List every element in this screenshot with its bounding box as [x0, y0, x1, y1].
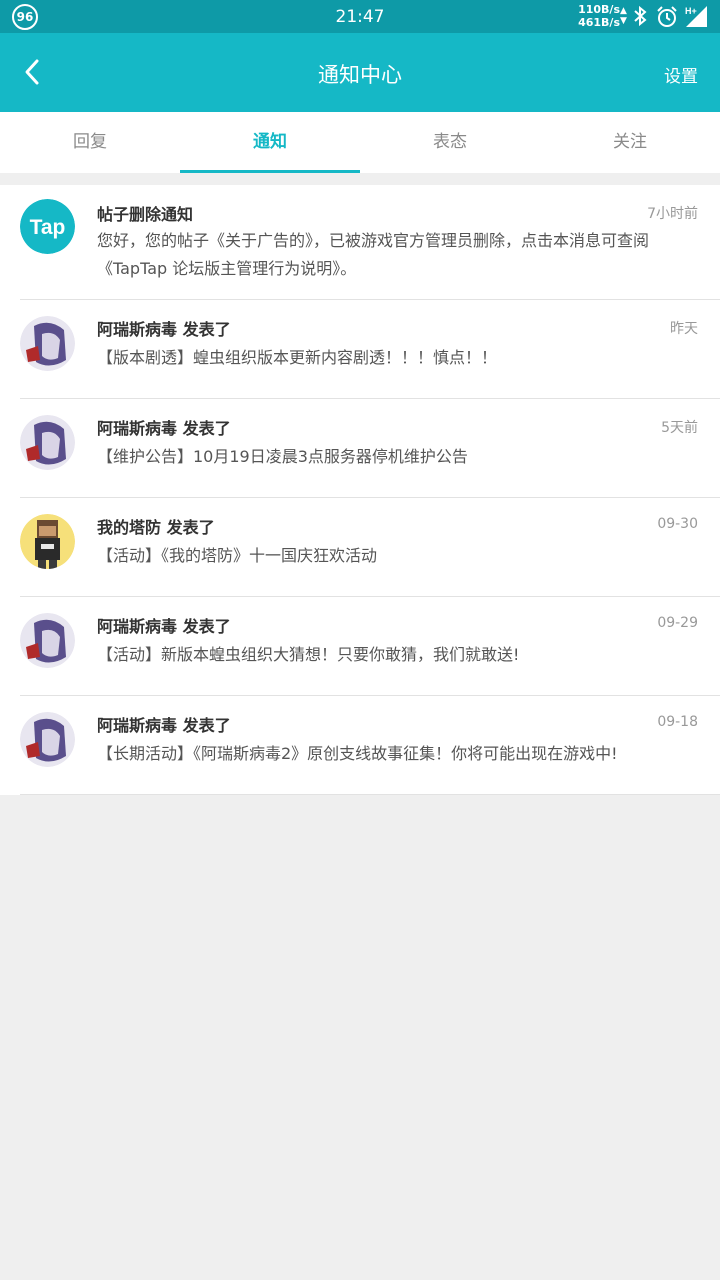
taptap-logo-avatar: Tap	[20, 199, 75, 254]
ares-virus-avatar[interactable]	[20, 316, 75, 371]
notification-list: Tap 帖子删除通知 7小时前 您好，您的帖子《关于广告的》，已被游戏官方管理员…	[0, 185, 720, 795]
ares-virus-avatar[interactable]	[20, 613, 75, 668]
list-item[interactable]: 我的塔防 发表了 09-30 【活动】《我的塔防》十一国庆狂欢活动	[20, 498, 720, 597]
tab-replies[interactable]: 回复	[0, 112, 180, 173]
notification-time: 昨天	[670, 321, 698, 337]
settings-button[interactable]: 设置	[664, 62, 698, 87]
notification-sender: 阿瑞斯病毒 发表了	[97, 419, 231, 438]
list-item[interactable]: 阿瑞斯病毒 发表了 5天前 【维护公告】10月19日凌晨3点服务器停机维护公告	[20, 399, 720, 498]
notification-time: 09-18	[657, 714, 698, 730]
title-bar: 通知中心 设置	[0, 33, 720, 112]
list-item[interactable]: 阿瑞斯病毒 发表了 09-29 【活动】新版本蝗虫组织大猜想！只要你敢猜，我们就…	[20, 597, 720, 696]
notification-time: 5天前	[661, 420, 698, 436]
notification-sender: 阿瑞斯病毒 发表了	[97, 320, 231, 339]
notification-sender: 帖子删除通知	[97, 205, 194, 224]
tab-bar: 回复 通知 表态 关注	[0, 112, 720, 173]
tab-reactions[interactable]: 表态	[360, 112, 540, 173]
page-title: 通知中心	[318, 63, 402, 87]
tab-notifications[interactable]: 通知	[180, 112, 360, 173]
net-down-speed: 461B/s	[578, 16, 620, 29]
bluetooth-icon	[634, 5, 647, 27]
network-type: H+	[685, 6, 697, 16]
net-up-speed: 110B/s	[578, 3, 620, 16]
notification-message: 【版本剧透】蝗虫组织版本更新内容剧透！！！慎点！！	[97, 348, 498, 367]
my-tower-defense-avatar[interactable]	[20, 514, 75, 569]
tab-follows[interactable]: 关注	[540, 112, 720, 173]
notification-time: 09-29	[657, 615, 698, 631]
notification-message: 【活动】新版本蝗虫组织大猜想！只要你敢猜，我们就敢送!	[97, 645, 520, 664]
list-item[interactable]: 阿瑞斯病毒 发表了 09-18 【长期活动】《阿瑞斯病毒2》原创支线故事征集！你…	[20, 696, 720, 795]
list-item[interactable]: Tap 帖子删除通知 7小时前 您好，您的帖子《关于广告的》，已被游戏官方管理员…	[20, 185, 720, 300]
signal-icon: H+	[685, 6, 707, 27]
list-item[interactable]: 阿瑞斯病毒 发表了 昨天 【版本剧透】蝗虫组织版本更新内容剧透！！！慎点！！	[20, 300, 720, 399]
data-transfer-icon: ▲ ▼	[620, 6, 627, 26]
network-speed: 110B/s 461B/s	[574, 3, 620, 29]
notification-sender: 阿瑞斯病毒 发表了	[97, 617, 231, 636]
notification-message: 【长期活动】《阿瑞斯病毒2》原创支线故事征集！你将可能出现在游戏中!	[97, 744, 618, 763]
ares-virus-avatar[interactable]	[20, 415, 75, 470]
notification-sender: 阿瑞斯病毒 发表了	[97, 716, 231, 735]
notification-time: 09-30	[657, 516, 698, 532]
alarm-icon	[657, 6, 677, 27]
avatar-logo-text: Tap	[30, 216, 66, 239]
notification-sender: 我的塔防 发表了	[97, 518, 215, 537]
notification-message: 【维护公告】10月19日凌晨3点服务器停机维护公告	[97, 447, 468, 466]
ares-virus-avatar[interactable]	[20, 712, 75, 767]
notification-message: 您好，您的帖子《关于广告的》，已被游戏官方管理员删除，点击本消息可查阅《TapT…	[97, 231, 650, 278]
notification-message: 【活动】《我的塔防》十一国庆狂欢活动	[97, 546, 378, 565]
notification-time: 7小时前	[647, 206, 698, 222]
status-bar: 96 21:47 110B/s 461B/s ▲ ▼ H+	[0, 0, 720, 33]
